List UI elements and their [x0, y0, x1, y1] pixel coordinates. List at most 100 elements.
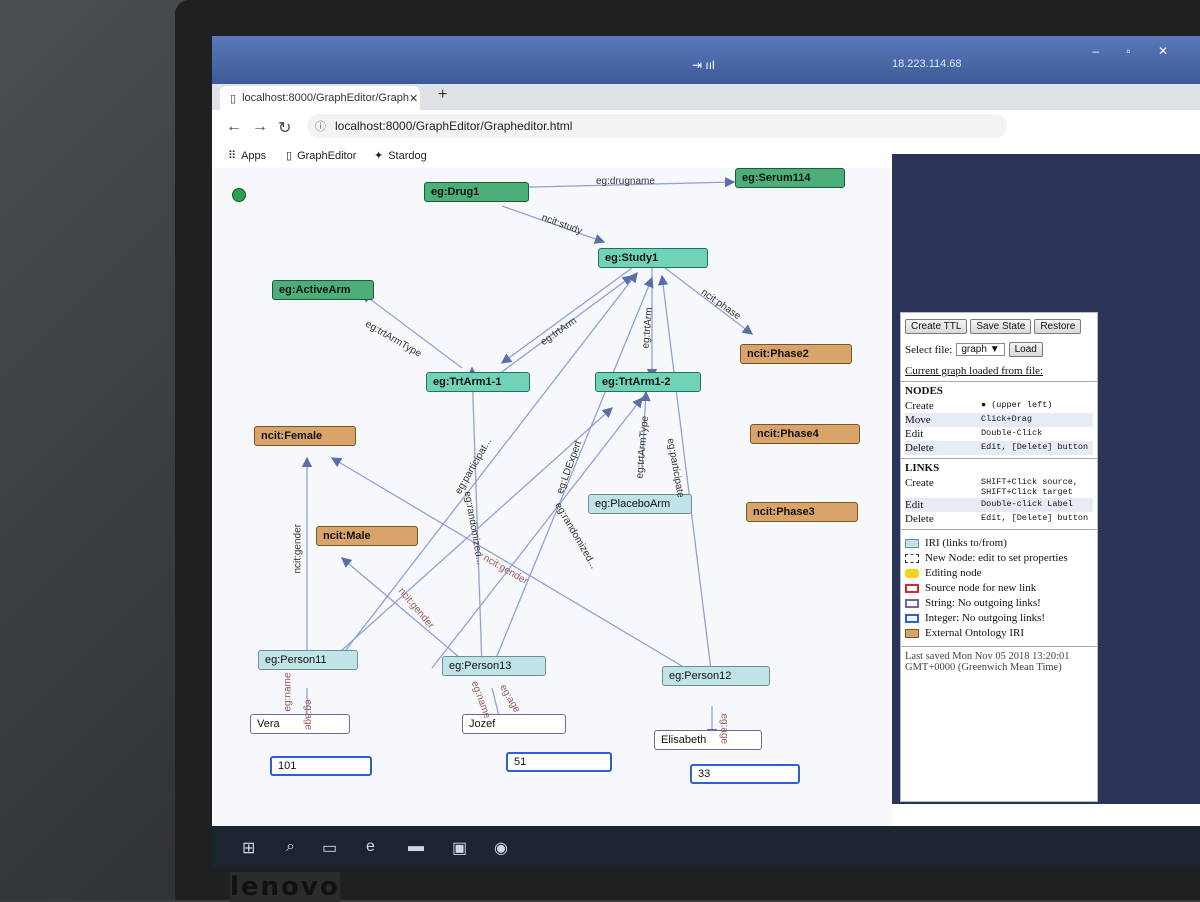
- node-person13[interactable]: eg:Person13: [442, 656, 546, 676]
- edge-browser-icon[interactable]: e: [366, 838, 375, 856]
- links-title: LINKS: [905, 462, 940, 474]
- help-value: Click+Drag: [981, 414, 1033, 424]
- node-age51[interactable]: 51: [506, 752, 612, 772]
- remote-desktop-bar: ⇥ ııl 18.223.114.68 – ▫ ✕: [212, 36, 1200, 84]
- node-study1[interactable]: eg:Study1: [598, 248, 708, 268]
- node-jozef[interactable]: Jozef: [462, 714, 566, 734]
- url-input[interactable]: ⓘ localhost:8000/GraphEditor/Grapheditor…: [307, 114, 1007, 138]
- help-key: Move: [905, 414, 931, 426]
- file-select[interactable]: graph ▼: [956, 343, 1005, 356]
- help-value: Edit, [Delete] button: [981, 513, 1089, 523]
- node-trtarm11[interactable]: eg:TrtArm1-1: [426, 372, 530, 392]
- edge-label[interactable]: eg:age: [303, 700, 314, 731]
- forward-icon[interactable]: →: [252, 118, 268, 136]
- reload-icon[interactable]: ↻: [278, 118, 291, 138]
- chrome-icon[interactable]: ◉: [494, 838, 508, 858]
- legend-item: Integer: No outgoing links!: [905, 612, 1093, 624]
- save-state-button[interactable]: Save State: [970, 319, 1032, 334]
- legend: IRI (links to/from) New Node: edit to se…: [901, 529, 1097, 646]
- node-male[interactable]: ncit:Male: [316, 526, 418, 546]
- current-graph-link[interactable]: Current graph loaded from file:: [901, 361, 1097, 381]
- create-ttl-button[interactable]: Create TTL: [905, 319, 968, 334]
- help-key: Create: [905, 400, 934, 412]
- file-explorer-icon[interactable]: ▬: [408, 838, 424, 856]
- node-person11[interactable]: eg:Person11: [258, 650, 358, 670]
- bookmark-grapheditor[interactable]: ▯ GraphEditor: [286, 149, 356, 163]
- edge-participate: [657, 274, 713, 679]
- new-tab-button[interactable]: +: [438, 86, 447, 104]
- node-age33[interactable]: 33: [690, 764, 800, 784]
- legend-label: String: No outgoing links!: [925, 597, 1041, 609]
- windows-start-icon[interactable]: ⊞: [242, 838, 255, 858]
- help-key: Edit: [905, 428, 924, 440]
- help-row: Edit Double-click Label: [905, 498, 1093, 512]
- node-elisabeth[interactable]: Elisabeth: [654, 730, 762, 750]
- info-icon: ⓘ: [315, 121, 326, 133]
- edge-label[interactable]: eg:drugname: [596, 176, 655, 187]
- legend-label: Source node for new link: [925, 582, 1037, 594]
- task-view-icon[interactable]: ▭: [322, 838, 337, 858]
- help-row: Move Click+Drag: [905, 413, 1093, 427]
- node-activearm[interactable]: eg:ActiveArm: [272, 280, 374, 300]
- help-row: Create SHIFT+Click source, SHIFT+Click ta…: [905, 476, 1093, 498]
- legend-item: External Ontology IRI: [905, 627, 1093, 639]
- panel-button-row: Create TTL Save State Restore: [901, 313, 1097, 338]
- back-icon[interactable]: ←: [226, 118, 242, 136]
- close-icon[interactable]: ✕: [409, 92, 418, 105]
- remote-desktop-icon[interactable]: ▣: [452, 838, 467, 858]
- legend-swatch-new: [905, 553, 919, 563]
- address-bar: ← → ↻ ⓘ localhost:8000/GraphEditor/Graph…: [212, 110, 1200, 145]
- edge-label[interactable]: ncit:gender: [293, 524, 304, 573]
- help-value: Edit, [Delete] button: [981, 442, 1089, 452]
- legend-swatch-editing: [905, 568, 919, 578]
- legend-label: IRI (links to/from): [925, 537, 1007, 549]
- help-value: Double-click Label: [981, 499, 1073, 509]
- legend-item: New Node: edit to set properties: [905, 552, 1093, 564]
- page-icon: ▯: [230, 92, 237, 105]
- stardog-icon: ✦: [374, 150, 384, 162]
- legend-swatch-source: [905, 583, 919, 593]
- legend-item: String: No outgoing links!: [905, 597, 1093, 609]
- select-file-label: Select file:: [905, 343, 953, 356]
- bookmark-stardog[interactable]: ✦ Stardog: [374, 149, 427, 163]
- control-panel: Create TTL Save State Restore Select fil…: [900, 312, 1098, 802]
- legend-label: Integer: No outgoing links!: [925, 612, 1046, 624]
- node-serum114[interactable]: eg:Serum114: [735, 168, 845, 188]
- node-trtarm12[interactable]: eg:TrtArm1-2: [595, 372, 701, 392]
- last-saved-text: Last saved Mon Nov 05 2018 13:20:01 GMT+…: [901, 646, 1097, 677]
- edge-label[interactable]: eg:name: [283, 673, 294, 712]
- help-key: Edit: [905, 499, 924, 511]
- laptop-brand-logo: lenovo: [230, 872, 340, 902]
- edge-gender-c: [341, 557, 473, 669]
- add-node-button[interactable]: [232, 188, 246, 202]
- node-drug1[interactable]: eg:Drug1: [424, 182, 529, 202]
- legend-swatch-iri: [905, 538, 919, 548]
- node-phase2[interactable]: ncit:Phase2: [740, 344, 852, 364]
- node-female[interactable]: ncit:Female: [254, 426, 356, 446]
- help-row: Edit Double-Click: [905, 427, 1093, 441]
- help-value: Double-Click: [981, 428, 1043, 438]
- nodes-rows: Create ● (upper left) Move Click+Drag Edit…: [905, 399, 1093, 455]
- graph-canvas[interactable]: eg:Drug1 eg:Serum114 eg:Study1 eg:Active…: [212, 168, 892, 828]
- taskbar: ⊞ ⌕ ▭ e ▬ ▣ ◉: [212, 826, 1200, 868]
- bookmark-apps[interactable]: ⠿ Apps: [228, 149, 266, 163]
- node-phase3[interactable]: ncit:Phase3: [746, 502, 858, 522]
- links-rows: Create SHIFT+Click source, SHIFT+Click ta…: [905, 476, 1093, 526]
- node-phase4[interactable]: ncit:Phase4: [750, 424, 860, 444]
- window-buttons[interactable]: – ▫ ✕: [1092, 44, 1180, 58]
- tab-title: localhost:8000/GraphEditor/Graph: [242, 92, 409, 104]
- restore-button[interactable]: Restore: [1034, 319, 1082, 334]
- browser-tabbar: ▯ localhost:8000/GraphEditor/Graph ✕ +: [212, 84, 1200, 110]
- edge-label[interactable]: eg:age: [719, 714, 730, 745]
- nodes-title: NODES: [905, 385, 943, 397]
- browser-tab[interactable]: ▯ localhost:8000/GraphEditor/Graph ✕: [220, 86, 420, 110]
- legend-swatch-integer: [905, 613, 919, 623]
- load-button[interactable]: Load: [1008, 342, 1043, 357]
- legend-item: Source node for new link: [905, 582, 1093, 594]
- node-age101[interactable]: 101: [270, 756, 372, 776]
- node-person12[interactable]: eg:Person12: [662, 666, 770, 686]
- node-vera[interactable]: Vera: [250, 714, 350, 734]
- legend-label: New Node: edit to set properties: [925, 552, 1068, 564]
- search-icon[interactable]: ⌕: [286, 838, 295, 856]
- legend-swatch-string: [905, 598, 919, 608]
